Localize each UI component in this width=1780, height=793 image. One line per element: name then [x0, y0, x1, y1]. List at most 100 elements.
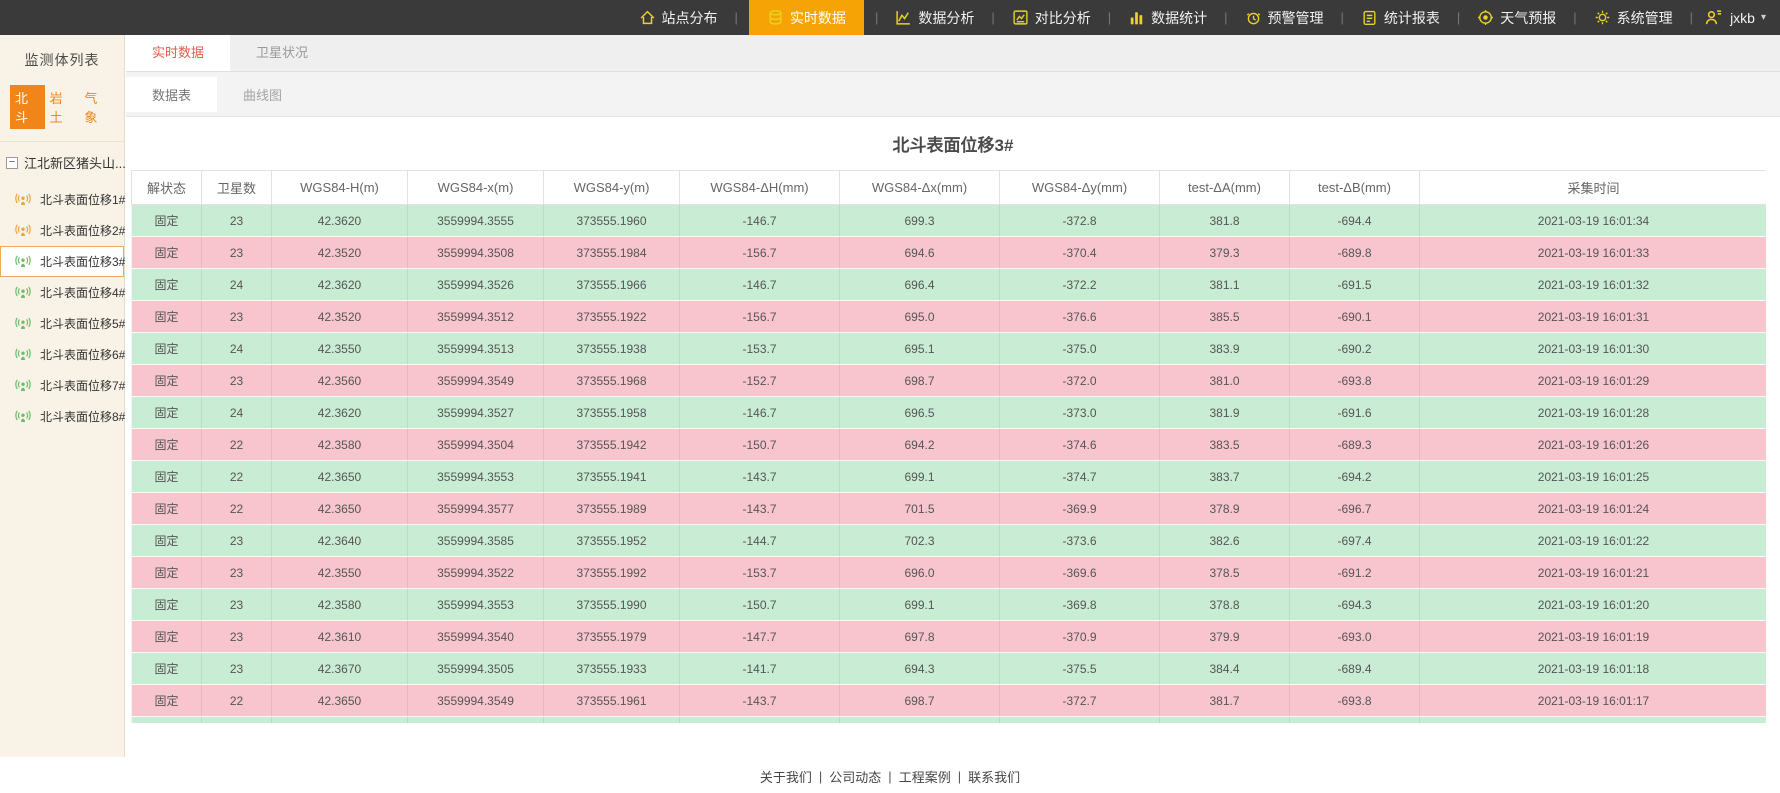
sidebar-item[interactable]: 北斗表面位移1# [0, 184, 124, 215]
sidebar-item[interactable]: 北斗表面位移3# [0, 246, 124, 277]
sidebar-item[interactable]: 北斗表面位移6# [0, 339, 124, 370]
gear-icon [1594, 9, 1611, 26]
table-row: 固定 23 42.3580 3559994.3553 373555.1990 -… [132, 589, 1767, 621]
user-menu[interactable]: | jxkb ▾ [1679, 0, 1766, 35]
antenna-signal-icon [14, 192, 32, 207]
primary-tab[interactable]: 卫星状况 [230, 35, 334, 71]
table-cell-wgs84-dy: -370.4 [1000, 237, 1160, 269]
table-header-cell: 采集时间 [1420, 171, 1767, 205]
nav-separator: | [991, 10, 994, 25]
table-scroll-area[interactable]: 解状态 卫星数 WGS84-H(m) WGS84-x(m) WGS84-y(m)… [131, 170, 1766, 723]
table-header-cell: 解状态 [132, 171, 202, 205]
table-cell-satellite-count: 23 [202, 589, 272, 621]
secondary-tab[interactable]: 数据表 [126, 77, 217, 112]
nav-item[interactable]: 统计报表 [1355, 0, 1446, 35]
table-cell-test-da: 384.4 [1160, 653, 1290, 685]
table-cell-solution-status: 固定 [132, 205, 202, 237]
table-cell-solution-status: 固定 [132, 397, 202, 429]
table-cell-wgs84-y: 373555.1942 [544, 429, 680, 461]
sidebar-item[interactable]: 北斗表面位移4# [0, 277, 124, 308]
sidebar-item[interactable]: 北斗表面位移2# [0, 215, 124, 246]
table-cell-wgs84-dx: 694.3 [840, 653, 1000, 685]
table-cell-collect-time: 2021-03-19 16:01:31 [1420, 301, 1767, 333]
table-cell-wgs84-y: 373555.1958 [544, 397, 680, 429]
nav-item[interactable]: 预警管理 [1239, 0, 1330, 35]
table-cell-wgs84-h: 42.3620 [272, 205, 408, 237]
nav-item[interactable]: 系统管理 [1588, 0, 1679, 35]
table-header-cell: WGS84-ΔH(mm) [680, 171, 840, 205]
footer-separator: | [819, 769, 822, 784]
sidebar-item[interactable]: 北斗表面位移5# [0, 308, 124, 339]
nav-item[interactable]: 站点分布 [633, 0, 724, 35]
table-cell-test-da: 383.9 [1160, 333, 1290, 365]
table-cell-wgs84-h: 42.3650 [272, 685, 408, 717]
footer-link[interactable]: 关于我们 [760, 767, 812, 786]
table-cell-collect-time: 2021-03-19 16:01:22 [1420, 525, 1767, 557]
sidebar-item[interactable]: 北斗表面位移7# [0, 370, 124, 401]
nav-separator: | [1108, 10, 1111, 25]
table-cell-solution-status: 固定 [132, 685, 202, 717]
sidebar-item[interactable]: 北斗表面位移8# [0, 401, 124, 432]
primary-tab[interactable]: 实时数据 [126, 35, 230, 71]
table-cell-satellite-count: 22 [202, 493, 272, 525]
table-cell-test-db: -689.3 [1290, 429, 1420, 461]
table-cell-wgs84-x: 3559994.3549 [408, 685, 544, 717]
table-cell-test-da: 383.7 [1160, 461, 1290, 493]
table-cell-wgs84-x: 3559994.3553 [408, 461, 544, 493]
table-cell-wgs84-dy: -374.7 [1000, 461, 1160, 493]
nav-item[interactable]: 对比分析 [1006, 0, 1097, 35]
nav-separator: | [1457, 10, 1460, 25]
table-cell-wgs84-h: 42.3650 [272, 461, 408, 493]
sidebar-title: 监测体列表 [0, 35, 124, 83]
sidebar-tab[interactable]: 北斗 [10, 85, 45, 129]
table-cell-wgs84-dh: -146.7 [680, 397, 840, 429]
footer-link[interactable]: 联系我们 [968, 767, 1020, 786]
table-cell-collect-time: 2021-03-19 16:01:18 [1420, 653, 1767, 685]
table-cell-wgs84-h: 42.3610 [272, 621, 408, 653]
table-cell-wgs84-h: 42.3550 [272, 557, 408, 589]
sidebar-tab[interactable]: 岩土 [45, 85, 80, 129]
table-cell-wgs84-dx: 698.7 [840, 685, 1000, 717]
sidebar-item-label: 北斗表面位移4# [40, 284, 125, 301]
tree-root-node[interactable]: − 江北新区猪头山... [0, 142, 124, 182]
table-cell-satellite-count: 24 [202, 397, 272, 429]
table-cell-test-db: -693.8 [1290, 365, 1420, 397]
table-row: 固定 22 42.3650 3559994.3549 373555.1961 -… [132, 685, 1767, 717]
nav-item-label: 统计报表 [1384, 8, 1440, 28]
table-cell-wgs84-h: 42.3580 [272, 589, 408, 621]
nav-item[interactable]: 数据分析 [889, 0, 980, 35]
table-cell-test-db: -696.7 [1290, 493, 1420, 525]
table-cell-solution-status: 固定 [132, 365, 202, 397]
table-cell-wgs84-dx: 698.1 [840, 717, 1000, 724]
nav-item[interactable]: 实时数据 [749, 0, 864, 35]
table-cell-wgs84-dh: -156.7 [680, 301, 840, 333]
table-cell-test-db: -694.3 [1290, 589, 1420, 621]
line-chart-icon [895, 9, 912, 26]
table-cell-test-db: -693.0 [1290, 621, 1420, 653]
table-cell-solution-status: 固定 [132, 621, 202, 653]
collapse-toggle-icon[interactable]: − [6, 157, 18, 169]
sidebar-tab[interactable]: 气象 [79, 85, 114, 129]
table-row: 固定 23 42.3620 3559994.3555 373555.1960 -… [132, 205, 1767, 237]
table-cell-wgs84-h: 42.3650 [272, 493, 408, 525]
table-cell-test-db: -689.8 [1290, 237, 1420, 269]
page-footer: | 关于我们 | 公司动态 | 工程案例 | 联系我们 [0, 757, 1780, 793]
secondary-tab[interactable]: 曲线图 [217, 77, 308, 112]
footer-link[interactable]: 公司动态 [829, 767, 881, 786]
nav-item[interactable]: 天气预报 [1471, 0, 1562, 35]
table-cell-solution-status: 固定 [132, 653, 202, 685]
footer-link[interactable]: 工程案例 [899, 767, 951, 786]
nav-item[interactable]: 数据统计 [1122, 0, 1213, 35]
table-cell-wgs84-y: 373555.1933 [544, 653, 680, 685]
table-cell-collect-time: 2021-03-19 16:01:26 [1420, 429, 1767, 461]
table-cell-wgs84-h: 42.3560 [272, 365, 408, 397]
table-cell-wgs84-dh: -153.7 [680, 557, 840, 589]
table-cell-wgs84-y: 373555.1968 [544, 365, 680, 397]
sidebar-item-label: 北斗表面位移5# [40, 315, 125, 332]
table-cell-wgs84-dx: 696.5 [840, 397, 1000, 429]
table-cell-collect-time: 2021-03-19 16:01:32 [1420, 269, 1767, 301]
sidebar-item-label: 北斗表面位移6# [40, 346, 125, 363]
table-cell-wgs84-x: 3559994.3549 [408, 365, 544, 397]
nav-menu: | 站点分布 | 实时数据 | [633, 0, 1679, 35]
table-cell-wgs84-y: 373555.1990 [544, 589, 680, 621]
